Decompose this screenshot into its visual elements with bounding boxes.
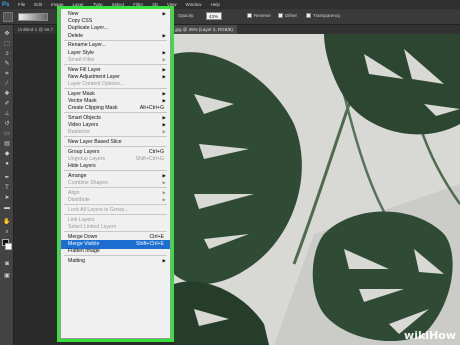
type-tool-icon[interactable]: T [3,185,11,192]
background-color-swatch[interactable] [5,243,12,250]
gradient-tool-icon[interactable] [3,12,13,22]
hand-tool-icon[interactable]: ✋ [3,219,11,226]
menu-item-label: New [68,11,79,17]
crop-tool-icon[interactable]: ⌗ [3,71,11,78]
pen-tool-icon[interactable]: ✒ [3,175,11,182]
opacity-input[interactable]: 43% [206,12,222,20]
menu-item-label: Rasterize [68,129,90,136]
menu-item-label: Arrange [68,173,87,180]
menu-item-label: Align [68,190,80,197]
menu-item-label: Smart Filter [68,56,95,63]
healing-tool-icon[interactable]: ✚ [3,91,11,98]
stamp-tool-icon[interactable]: ⊥ [3,111,11,118]
menu-view[interactable]: View [167,2,177,7]
menu-item-label: Rename Layer... [68,42,107,49]
tools-panel: ✥ ⬚ ↄ ✎ ⌗ ⁄ ✚ ✐ ⊥ ↺ ▭ ▤ ◆ ● ✒ T ➤ ▬ ✋ ⌕ … [0,25,14,345]
blur-tool-icon[interactable]: ◆ [3,151,11,158]
transparency-checkbox[interactable] [306,13,311,18]
shape-tool-icon[interactable]: ▬ [3,205,11,212]
menu-item-label: Copy CSS [68,18,93,25]
quick-select-tool-icon[interactable]: ✎ [3,61,11,68]
move-tool-icon[interactable]: ✥ [3,31,11,38]
menu-help[interactable]: Help [211,2,220,7]
menu-item-label: Hide Layers [68,163,96,170]
marquee-tool-icon[interactable]: ⬚ [3,41,11,48]
menu-item-matting[interactable]: Matting ▶ [61,257,170,266]
tab-active-document[interactable]: ant.jpg @ 25% (Layer 2, RGB/8) [164,25,237,34]
gradient-tool-panel-icon[interactable]: ▤ [3,141,11,148]
layer-context-menu: New ▶ Copy CSS Duplicate Layer... Delete ▶ Ren… [60,8,171,339]
menu-item-label: New Fill Layer [68,66,101,73]
dither-checkbox[interactable] [278,13,283,18]
menu-item-label: New Adjustment Layer [68,73,120,80]
menu-item-label: Flatten Image [68,248,100,255]
menu-item-label: Link Layers [68,217,95,223]
lasso-tool-icon[interactable]: ↄ [3,51,11,58]
menu-item-label: Merge Down [68,234,98,240]
reverse-checkbox[interactable] [247,13,252,18]
menu-item-label: Matting [68,258,86,265]
zoom-tool-icon[interactable]: ⌕ [3,229,11,236]
tab-untitled[interactable]: Untitled-1 @ 66.7 [14,25,57,34]
photoshop-logo: Ps [2,1,10,8]
watermark-wiki: wiki [404,329,430,342]
menu-window[interactable]: Window [186,2,202,7]
eraser-tool-icon[interactable]: ▭ [3,131,11,138]
reverse-label: Reverse [254,13,271,18]
menu-file[interactable]: File [18,2,25,7]
brush-tool-icon[interactable]: ✐ [3,101,11,108]
menu-image[interactable]: Image [51,2,64,7]
menu-item-label: Select Linked Layers [68,224,117,231]
menu-item-label: Smart Objects [68,115,101,121]
menu-item-label: Layer Mask [68,90,95,97]
submenu-arrow-icon: ▶ [162,258,166,264]
menu-item-label: Layer Content Options... [68,81,125,87]
dither-label: Dither [285,13,298,18]
monstera-photo [174,34,460,345]
menu-item-label: Merge Visible [68,241,100,248]
menu-item-label: Lock All Layers in Group... [68,207,129,214]
eyedropper-tool-icon[interactable]: ⁄ [3,81,11,88]
watermark-how: How [429,329,456,342]
screen-mode-icon[interactable]: ▣ [3,273,11,280]
wikihow-watermark: wikiHow [404,329,456,342]
dodge-tool-icon[interactable]: ● [3,161,11,168]
menu-item-label: Create Clipping Mask [68,105,118,112]
menu-item-label: Vector Mask [68,98,97,104]
transparency-label: Transparency [313,13,341,18]
history-brush-tool-icon[interactable]: ↺ [3,121,11,128]
menu-item-label: Distribute [68,197,90,204]
path-select-tool-icon[interactable]: ➤ [3,195,11,202]
menu-item-label: Layer Style [68,49,94,56]
quick-mask-icon[interactable]: ◙ [3,261,11,268]
menu-item-label: Video Layers [68,122,99,129]
gradient-picker[interactable] [18,13,48,21]
menu-item-label: Group Layers [68,149,100,155]
menu-item-label: Duplicate Layer... [68,25,109,32]
menu-3d[interactable]: 3D [152,2,158,7]
menu-item-label: Ungroup Layers [68,156,105,163]
opacity-label: Opacity: [178,13,195,18]
monstera-leaves-image [174,34,460,345]
menu-item-label: Combine Shapes [68,180,108,187]
menu-select[interactable]: Select [112,2,125,7]
menu-edit[interactable]: Edit [34,2,42,7]
menu-type[interactable]: Type [93,2,103,7]
menu-filter[interactable]: Filter [133,2,143,7]
menu-layer[interactable]: Layer [73,2,84,7]
menu-item-label: Delete [68,32,83,39]
menu-item-label: New Layer Based Slice [68,139,122,146]
